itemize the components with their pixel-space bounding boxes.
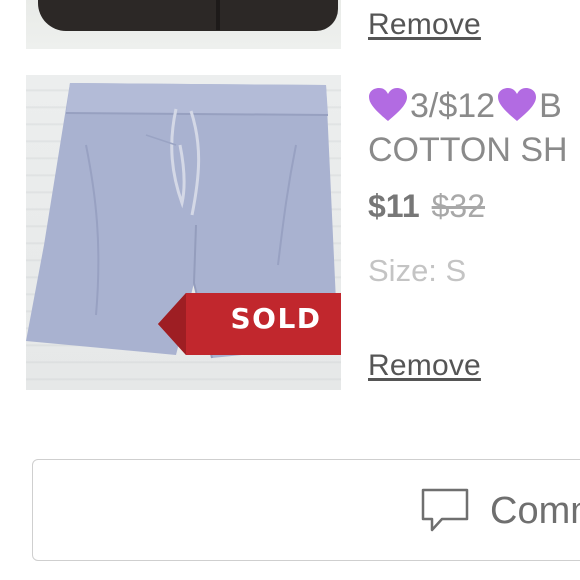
original-price: $32 [431, 188, 486, 224]
current-price: $11 [368, 188, 420, 224]
remove-link-current-item[interactable]: Remove [368, 349, 481, 383]
item-thumbnail[interactable]: SOLD [26, 75, 341, 390]
comment-button-label: Comm [490, 490, 580, 532]
purple-heart-icon [369, 88, 407, 121]
item-size: Size: S [368, 253, 467, 288]
remove-link-previous-item[interactable]: Remove [368, 8, 481, 42]
item-title[interactable]: 3/$12 B COTTON SH [368, 84, 580, 172]
dark-garment-image [38, 0, 338, 31]
closet-item-list: Remove SOLD 3/$12 B COTTON SH $11 $32 Si… [0, 0, 580, 580]
sold-badge-label: SOLD [230, 302, 322, 335]
price-row: $11 $32 [368, 188, 485, 225]
previous-item-thumbnail[interactable] [26, 0, 341, 49]
speech-bubble-icon [421, 488, 469, 532]
title-line2: COTTON SH [368, 131, 568, 169]
purple-heart-icon [498, 88, 537, 121]
title-line1: 3/$12 [410, 87, 496, 125]
title-line1-suffix: B [539, 87, 562, 125]
